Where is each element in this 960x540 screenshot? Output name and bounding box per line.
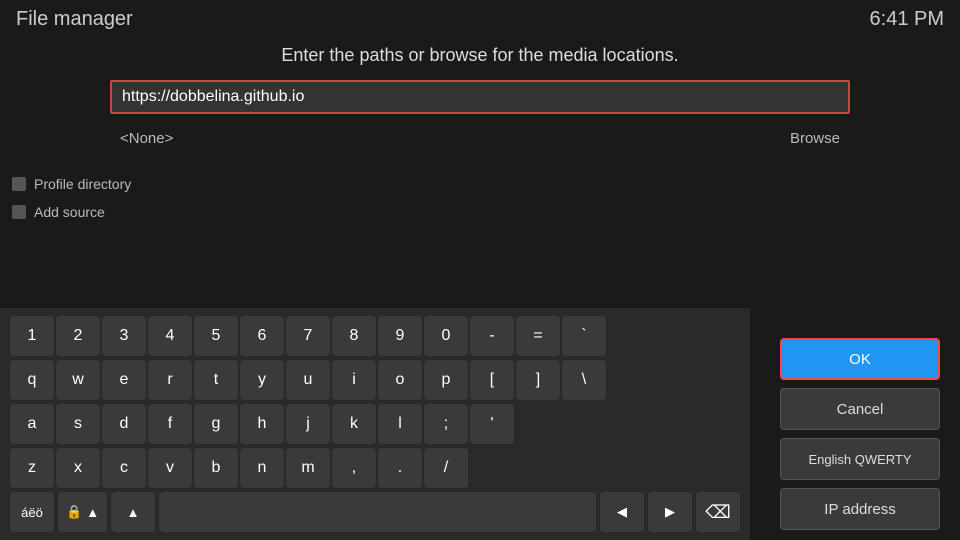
- key-b[interactable]: b: [194, 448, 238, 488]
- key-c[interactable]: c: [102, 448, 146, 488]
- key-5[interactable]: 5: [194, 316, 238, 356]
- key-o[interactable]: o: [378, 360, 422, 400]
- key-u[interactable]: u: [286, 360, 330, 400]
- key-7[interactable]: 7: [286, 316, 330, 356]
- ok-button[interactable]: OK: [780, 338, 940, 380]
- backspace-key[interactable]: [696, 492, 740, 532]
- key-,[interactable]: ,: [332, 448, 376, 488]
- key-1[interactable]: 1: [10, 316, 54, 356]
- spacebar[interactable]: [159, 492, 596, 532]
- add-source-icon: [12, 205, 26, 219]
- key-f[interactable]: f: [148, 404, 192, 444]
- special-chars-key[interactable]: áëö: [10, 492, 54, 532]
- key-q[interactable]: q: [10, 360, 54, 400]
- arrow-right-icon: [665, 504, 675, 520]
- right-panel: OK Cancel English QWERTY IP address: [780, 338, 940, 530]
- key-6[interactable]: 6: [240, 316, 284, 356]
- arrow-right-key[interactable]: [648, 492, 692, 532]
- key-m[interactable]: m: [286, 448, 330, 488]
- key-j[interactable]: j: [286, 404, 330, 444]
- app-title: File manager: [16, 8, 133, 31]
- key-d[interactable]: d: [102, 404, 146, 444]
- key-\[interactable]: \: [562, 360, 606, 400]
- key-v[interactable]: v: [148, 448, 192, 488]
- key-g[interactable]: g: [194, 404, 238, 444]
- key--[interactable]: -: [470, 316, 514, 356]
- cancel-button[interactable]: Cancel: [780, 388, 940, 430]
- keyboard-row-asdf: asdfghjkl;': [10, 404, 740, 444]
- shift-key[interactable]: ▲: [111, 492, 155, 532]
- arrow-left-key[interactable]: [600, 492, 644, 532]
- key-x[interactable]: x: [56, 448, 100, 488]
- shift-icon: ▲: [127, 505, 140, 520]
- key-w[interactable]: w: [56, 360, 100, 400]
- key-k[interactable]: k: [332, 404, 376, 444]
- shift-arrow-icon: ▲: [86, 505, 99, 520]
- key-'[interactable]: ': [470, 404, 514, 444]
- key-.[interactable]: .: [378, 448, 422, 488]
- sidebar: Profile directory Add source: [0, 170, 170, 226]
- key-][interactable]: ]: [516, 360, 560, 400]
- key-8[interactable]: 8: [332, 316, 376, 356]
- key-z[interactable]: z: [10, 448, 54, 488]
- sidebar-item-add-source[interactable]: Add source: [0, 198, 170, 226]
- clock: 6:41 PM: [870, 8, 944, 31]
- key-9[interactable]: 9: [378, 316, 422, 356]
- backspace-icon: [705, 502, 730, 523]
- keyboard-row-qwerty: qwertyuiop[]\: [10, 360, 740, 400]
- caps-key[interactable]: 🔒 ▲: [58, 492, 107, 532]
- key-;[interactable]: ;: [424, 404, 468, 444]
- ip-address-button[interactable]: IP address: [780, 488, 940, 530]
- key-=[interactable]: =: [516, 316, 560, 356]
- key-2[interactable]: 2: [56, 316, 100, 356]
- url-input-wrapper[interactable]: [110, 80, 850, 114]
- caps-icon: 🔒: [66, 504, 82, 520]
- sidebar-item-profile[interactable]: Profile directory: [0, 170, 170, 198]
- key-s[interactable]: s: [56, 404, 100, 444]
- key-0[interactable]: 0: [424, 316, 468, 356]
- profile-icon: [12, 177, 26, 191]
- key-[[interactable]: [: [470, 360, 514, 400]
- key-p[interactable]: p: [424, 360, 468, 400]
- key-i[interactable]: i: [332, 360, 376, 400]
- key-n[interactable]: n: [240, 448, 284, 488]
- key-a[interactable]: a: [10, 404, 54, 444]
- key-`[interactable]: `: [562, 316, 606, 356]
- key-t[interactable]: t: [194, 360, 238, 400]
- dialog-prompt: Enter the paths or browse for the media …: [110, 45, 850, 66]
- keyboard-bottom-row: áëö 🔒 ▲ ▲: [10, 492, 740, 532]
- url-input[interactable]: [122, 88, 838, 106]
- keyboard-row-numbers: 1234567890-=`: [10, 316, 740, 356]
- key-3[interactable]: 3: [102, 316, 146, 356]
- arrow-left-icon: [617, 504, 627, 520]
- key-/[interactable]: /: [424, 448, 468, 488]
- keyboard-row-zxcv: zxcvbnm,./: [10, 448, 740, 488]
- key-r[interactable]: r: [148, 360, 192, 400]
- key-h[interactable]: h: [240, 404, 284, 444]
- path-none-label: <None>: [120, 130, 173, 147]
- browse-label[interactable]: Browse: [790, 130, 840, 147]
- keyboard: 1234567890-=` qwertyuiop[]\ asdfghjkl;' …: [0, 308, 750, 540]
- key-l[interactable]: l: [378, 404, 422, 444]
- key-4[interactable]: 4: [148, 316, 192, 356]
- keyboard-layout-button[interactable]: English QWERTY: [780, 438, 940, 480]
- key-e[interactable]: e: [102, 360, 146, 400]
- key-y[interactable]: y: [240, 360, 284, 400]
- path-row: <None> Browse: [110, 126, 850, 151]
